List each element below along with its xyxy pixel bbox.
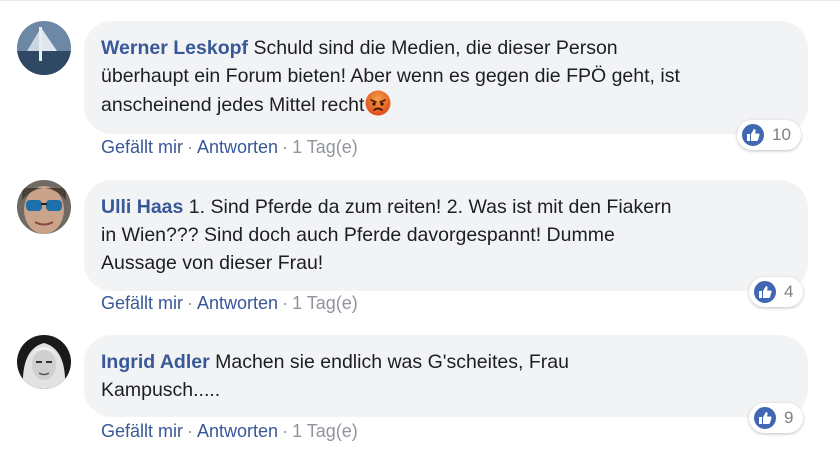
comment-actions: Gefällt mir · Antworten · 1 Tag(e): [101, 293, 358, 314]
comment-text: Schuld sind die Medien, die dieser Perso…: [253, 37, 618, 59]
comment-text: in Wien??? Sind doch auch Pferde davorge…: [101, 224, 615, 246]
separator: ·: [187, 293, 194, 313]
like-icon: [753, 406, 777, 430]
comment-bubble: Werner Leskopf Schuld sind die Medien, d…: [84, 21, 808, 134]
comment-text: anscheinend jedes Mittel recht: [101, 94, 365, 116]
reaction-count: 4: [784, 282, 794, 301]
comment-bubble: Ulli Haas 1. Sind Pferde da zum reiten! …: [84, 180, 808, 291]
comment-author[interactable]: Ingrid Adler: [101, 351, 210, 373]
avatar[interactable]: [17, 335, 71, 389]
separator: ·: [282, 421, 289, 441]
comment-actions: Gefällt mir · Antworten · 1 Tag(e): [101, 421, 358, 442]
like-link[interactable]: Gefällt mir: [101, 137, 183, 157]
timestamp[interactable]: 1 Tag(e): [292, 293, 358, 313]
like-icon: [753, 280, 777, 304]
comment-text: überhaupt ein Forum bieten! Aber wenn es…: [101, 65, 680, 87]
reaction-count-badge[interactable]: 9: [749, 403, 804, 433]
separator: ·: [282, 137, 289, 157]
reply-link[interactable]: Antworten: [197, 293, 278, 313]
reply-link[interactable]: Antworten: [197, 421, 278, 441]
reaction-count: 10: [772, 125, 791, 144]
separator: ·: [187, 137, 194, 157]
comment-bubble: Ingrid Adler Machen sie endlich was G'sc…: [84, 335, 808, 417]
comment-author[interactable]: Ulli Haas: [101, 196, 183, 218]
timestamp[interactable]: 1 Tag(e): [292, 421, 358, 441]
comment-author[interactable]: Werner Leskopf: [101, 37, 248, 59]
reaction-count: 9: [784, 408, 794, 427]
separator: ·: [187, 421, 194, 441]
like-icon: [741, 123, 765, 147]
comment-text: Kampusch.....: [101, 379, 221, 401]
like-link[interactable]: Gefällt mir: [101, 293, 183, 313]
reply-link[interactable]: Antworten: [197, 137, 278, 157]
reaction-count-badge[interactable]: 10: [737, 120, 801, 150]
avatar[interactable]: [17, 180, 71, 234]
like-link[interactable]: Gefällt mir: [101, 421, 183, 441]
comment-text: 1. Sind Pferde da zum reiten! 2. Was ist…: [188, 196, 672, 218]
comment-text: Machen sie endlich was G'scheites, Frau: [215, 351, 569, 373]
reaction-count-badge[interactable]: 4: [749, 277, 804, 307]
comment-text: Aussage von dieser Frau!: [101, 252, 324, 274]
divider: [0, 0, 840, 1]
angry-face-emoji-icon: [365, 90, 391, 116]
separator: ·: [282, 293, 289, 313]
comment-actions: Gefällt mir · Antworten · 1 Tag(e): [101, 137, 358, 158]
avatar[interactable]: [17, 21, 71, 75]
timestamp[interactable]: 1 Tag(e): [292, 137, 358, 157]
